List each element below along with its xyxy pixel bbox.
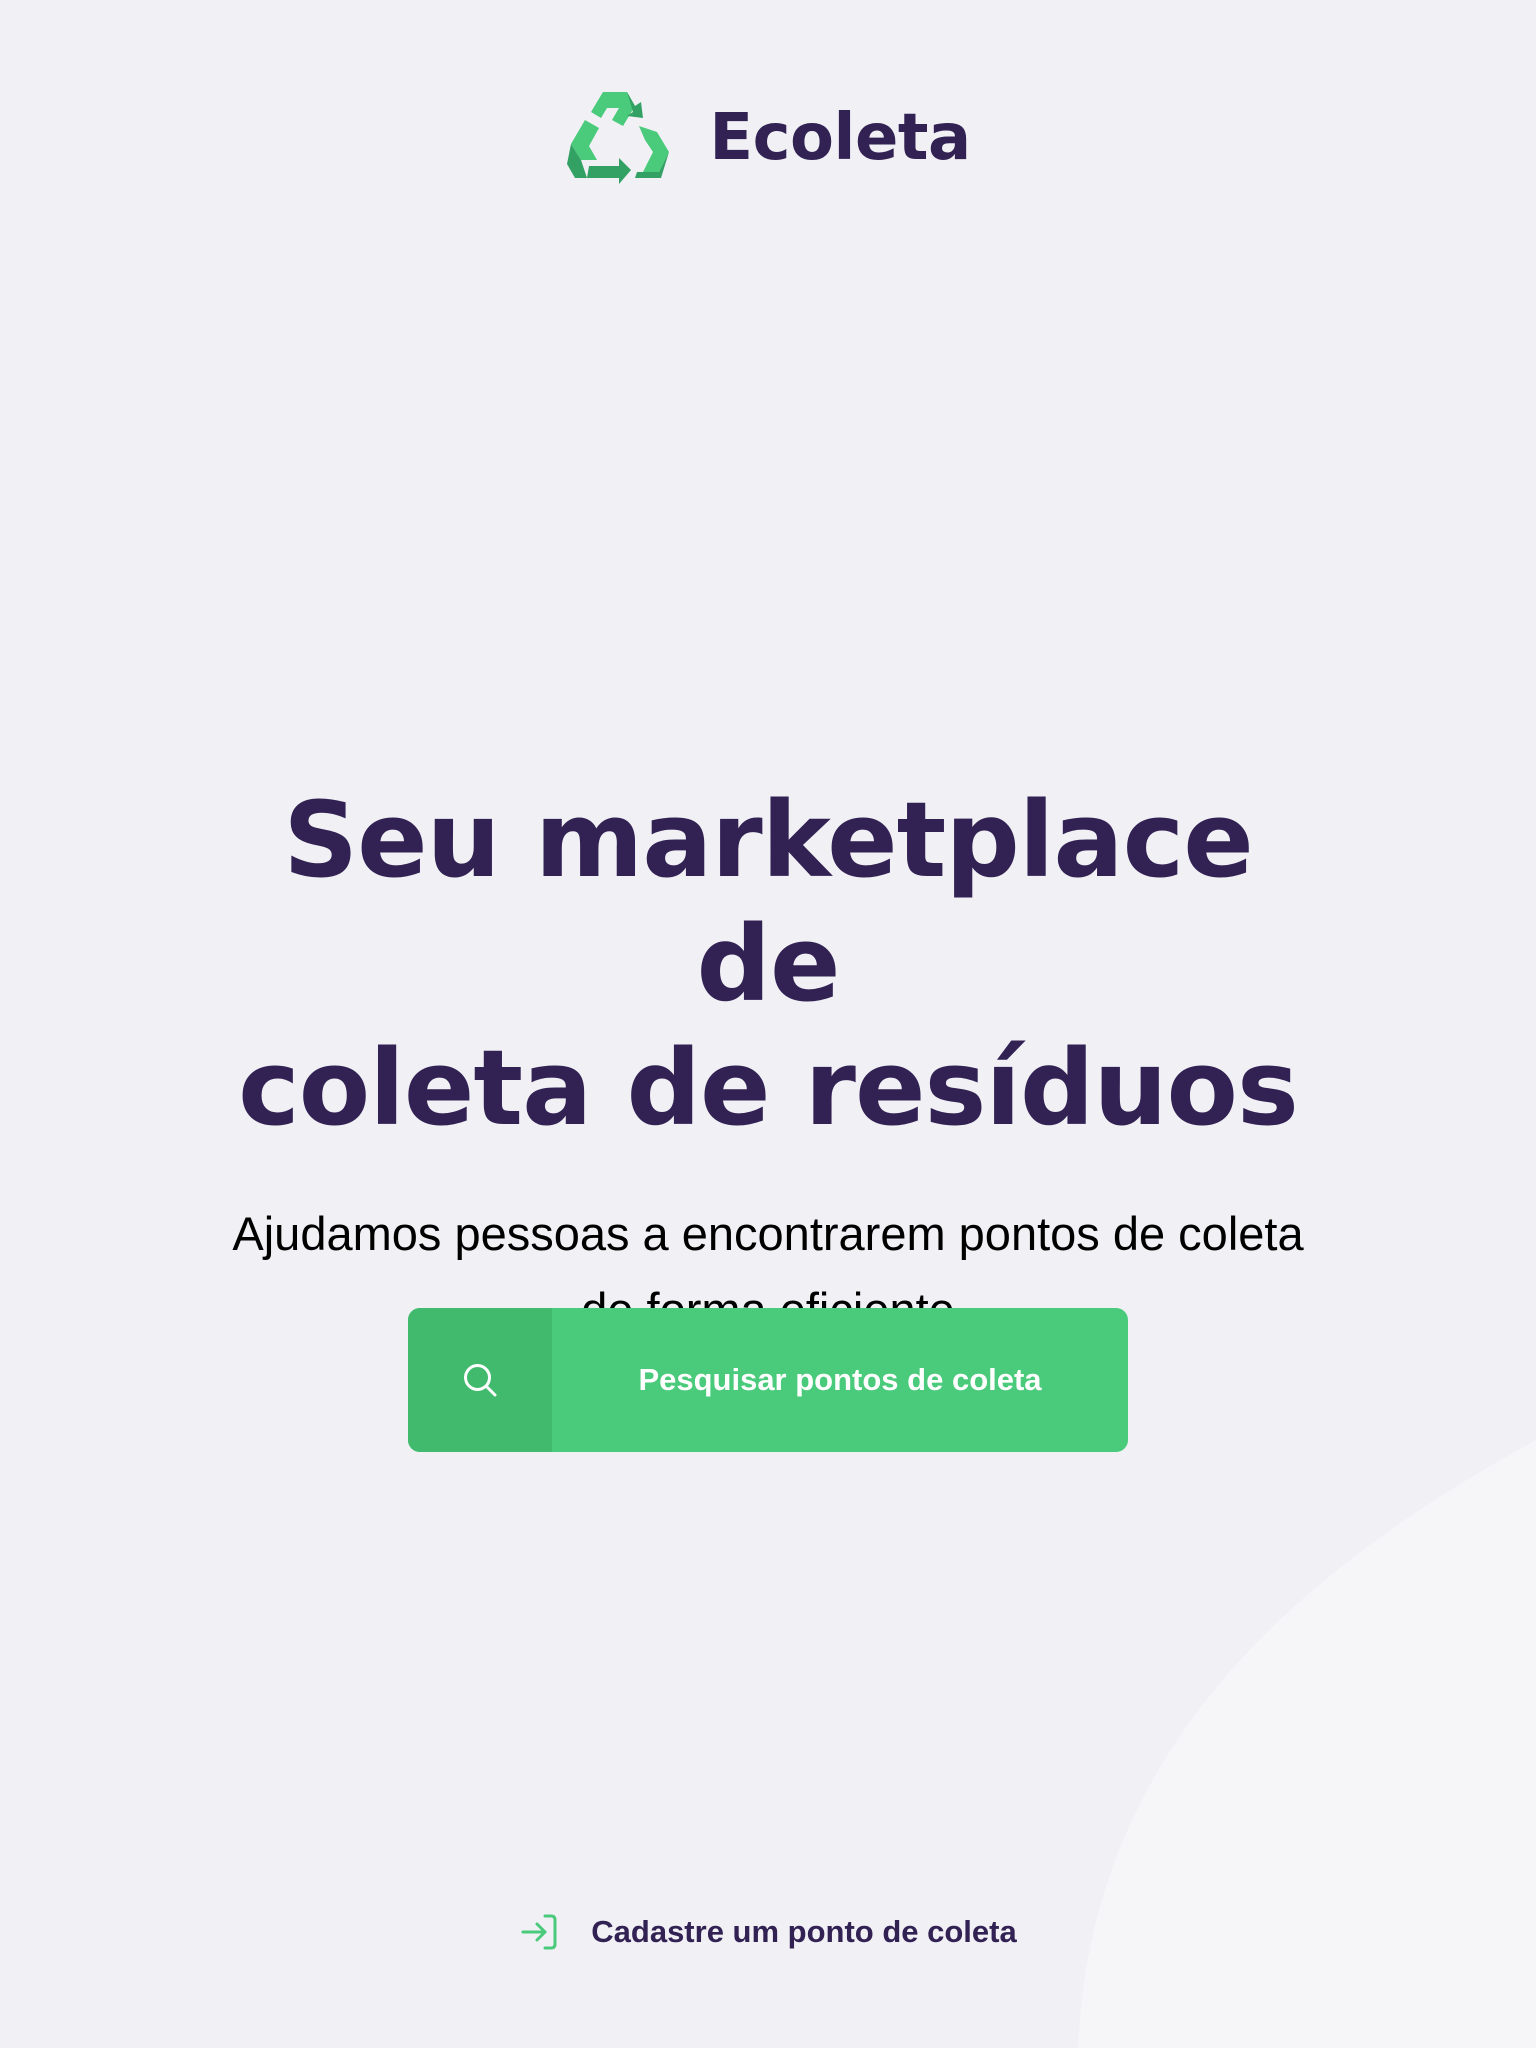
recycle-icon <box>567 92 670 184</box>
hero-subtitle-line-1: Ajudamos pessoas a encontrarem pontos de… <box>232 1207 1304 1260</box>
search-button-icon-box <box>408 1308 552 1452</box>
app-name: Ecoleta <box>709 101 971 175</box>
search-button-label: Pesquisar pontos de coleta <box>638 1362 1042 1397</box>
register-collection-point-link[interactable]: Cadastre um ponto de coleta <box>0 1912 1536 1952</box>
log-in-icon <box>521 1914 557 1950</box>
search-icon <box>464 1364 497 1397</box>
header: Ecoleta <box>0 90 1536 186</box>
hero-title-line-2: coleta de resíduos <box>238 1027 1299 1149</box>
hero-title: Seu marketplace de coleta de resíduos <box>218 778 1318 1150</box>
hero-section: Seu marketplace de coleta de resíduos Aj… <box>0 778 1536 1348</box>
hero-title-line-1: Seu marketplace de <box>283 779 1254 1025</box>
search-collection-points-button[interactable]: Pesquisar pontos de coleta <box>408 1308 1128 1452</box>
register-link-label: Cadastre um ponto de coleta <box>591 1914 1017 1949</box>
